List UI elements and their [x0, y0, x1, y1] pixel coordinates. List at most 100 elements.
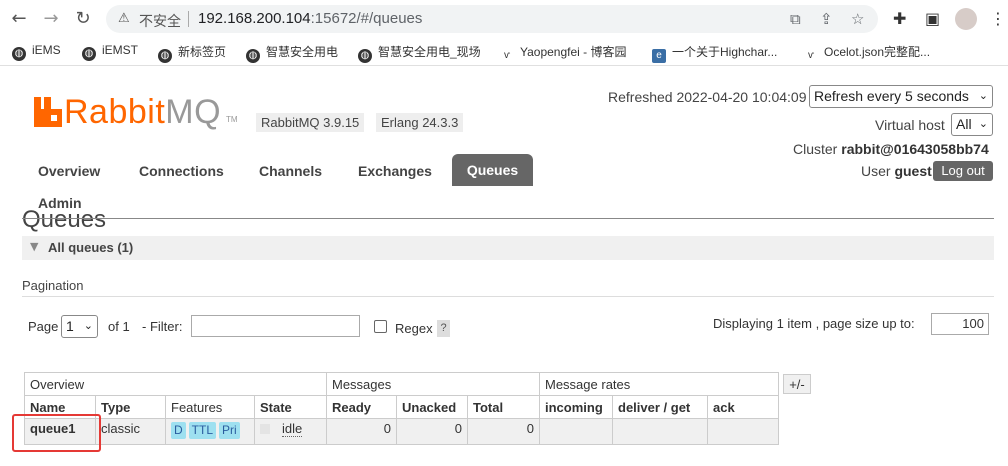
tab-exchanges[interactable]: Exchanges [358, 163, 432, 179]
cluster-name: rabbit@01643058bb74 [841, 141, 989, 157]
chevron-down-icon: ⌄ [83, 319, 93, 332]
share-icon[interactable]: ⇪ [820, 10, 833, 28]
bookmark-item[interactable]: ◍ iEMS [12, 43, 61, 61]
page-label: Page [28, 319, 59, 334]
vhost-value: All [956, 116, 972, 132]
queue-state-text: idle [282, 421, 303, 437]
translate-icon[interactable]: ⧉ [790, 10, 801, 28]
vhost-select[interactable]: All ⌄ [951, 113, 993, 136]
blog-icon: ⱱ [504, 50, 510, 61]
globe-icon: ◍ [158, 49, 172, 63]
tab-connections[interactable]: Connections [139, 163, 224, 179]
bookmark-item[interactable]: e 一个关于Highchar... [652, 43, 777, 63]
bookmark-label: 一个关于Highchar... [672, 45, 778, 59]
page-select-value: 1 [66, 318, 74, 334]
forward-icon[interactable]: → [40, 8, 62, 30]
address-bar[interactable]: ⚠ 不安全 192.168.200.104:15672/#/queues ⧉ ⇪… [106, 5, 878, 33]
side-panel-icon[interactable]: ▣ [925, 9, 940, 28]
all-queues-section-toggle[interactable]: ▼ All queues (1) [22, 236, 994, 260]
bookmark-label: 新标签页 [178, 45, 227, 59]
col-unacked[interactable]: Unacked [396, 395, 468, 419]
erlang-version-badge: Erlang 24.3.3 [376, 113, 464, 132]
bookmark-label: Yaopengfei - 博客园 [520, 45, 627, 59]
col-ack[interactable]: ack [707, 395, 779, 419]
bookmark-item[interactable]: ⱱ Ocelot.json完整配... [804, 43, 930, 63]
col-ready[interactable]: Ready [326, 395, 397, 419]
table-row[interactable]: queue1 classic D TTL Pri idle 0 0 0 [24, 418, 779, 445]
displaying-text: Displaying 1 item , page size up to: [713, 316, 915, 331]
globe-icon: ◍ [12, 47, 26, 61]
globe-icon: ◍ [358, 49, 372, 63]
user-label: User [861, 163, 891, 179]
feature-priority-badge: Pri [219, 422, 240, 439]
url-host: 192.168.200.104 [198, 10, 311, 27]
collapse-triangle-icon: ▼ [30, 240, 39, 253]
bookmark-item[interactable]: ◍ iEMST [82, 43, 138, 61]
tab-overview[interactable]: Overview [38, 163, 100, 179]
page-count: of 1 [108, 319, 130, 334]
queue-ready: 0 [326, 418, 397, 445]
col-features: Features [165, 395, 255, 419]
bookmark-item[interactable]: ◍ 新标签页 [158, 43, 226, 63]
pagination-heading: Pagination [22, 278, 84, 293]
col-state[interactable]: State [254, 395, 327, 419]
rabbit-logo-icon [34, 97, 62, 127]
user-name: guest [894, 163, 932, 179]
logo-mq-text: MQ [165, 93, 222, 131]
group-overview: Overview [24, 372, 327, 396]
cluster-info: Cluster rabbit@01643058bb74 [793, 141, 989, 157]
queue-ack-rate [707, 418, 779, 445]
filter-input[interactable] [191, 315, 360, 337]
extensions-icon[interactable]: ✚ [893, 9, 906, 28]
bookmark-item[interactable]: ⱱ Yaopengfei - 博客园 [500, 43, 627, 63]
tab-channels[interactable]: Channels [259, 163, 322, 179]
refresh-interval-value: Refresh every 5 seconds [814, 88, 969, 104]
regex-checkbox[interactable] [374, 320, 387, 333]
pagination-divider [22, 296, 994, 297]
bookmark-label: iEMS [32, 43, 61, 57]
back-icon[interactable]: ← [8, 8, 30, 30]
regex-label: Regex [395, 321, 433, 336]
vhost-label: Virtual host [875, 117, 945, 133]
filter-label: - Filter: [142, 319, 183, 334]
regex-help-button[interactable]: ? [437, 320, 450, 337]
bookmark-label: Ocelot.json完整配... [824, 45, 931, 59]
page-title: Queues [22, 206, 107, 233]
queue-incoming-rate [539, 418, 613, 445]
blog-icon: ⱱ [808, 50, 814, 61]
menu-icon[interactable]: ⋮ [990, 9, 1006, 28]
url-text[interactable]: 192.168.200.104:15672/#/queues [198, 10, 422, 27]
browser-toolbar: ← → ↻ ⚠ 不安全 192.168.200.104:15672/#/queu… [0, 0, 1008, 38]
logo-text: RabbitMQ [64, 93, 221, 132]
page-select[interactable]: 1 ⌄ [61, 315, 98, 338]
columns-toggle-button[interactable]: +/- [783, 374, 811, 394]
header-divider [22, 218, 994, 219]
site-icon: e [652, 49, 666, 63]
url-path: :15672/#/queues [310, 10, 423, 27]
bookmark-star-icon[interactable]: ☆ [851, 10, 864, 28]
page-size-input[interactable]: 100 [931, 313, 989, 335]
feature-durable-badge: D [171, 422, 186, 439]
cluster-label: Cluster [793, 141, 838, 157]
bookmark-label: 智慧安全用电_现场 [378, 45, 481, 59]
bookmark-item[interactable]: ◍ 智慧安全用电 [246, 43, 338, 63]
profile-avatar[interactable] [955, 8, 977, 30]
logout-button[interactable]: Log out [933, 161, 993, 181]
tab-queues[interactable]: Queues [452, 154, 533, 186]
bookmark-label: 智慧安全用电 [266, 45, 339, 59]
chevron-down-icon: ⌄ [978, 117, 988, 130]
refresh-interval-select[interactable]: Refresh every 5 seconds ⌄ [809, 85, 993, 108]
col-total[interactable]: Total [467, 395, 540, 419]
highlight-annotation-box [12, 414, 101, 452]
state-indicator-icon [260, 424, 270, 434]
section-title: All queues (1) [48, 240, 134, 255]
col-type[interactable]: Type [95, 395, 166, 419]
group-messages: Messages [326, 372, 540, 396]
logo-trademark: TM [226, 115, 238, 124]
reload-icon[interactable]: ↻ [72, 8, 94, 30]
col-deliver-get[interactable]: deliver / get [612, 395, 708, 419]
group-message-rates: Message rates [539, 372, 779, 396]
queue-state: idle [254, 418, 327, 445]
col-incoming[interactable]: incoming [539, 395, 613, 419]
bookmark-item[interactable]: ◍ 智慧安全用电_现场 [358, 43, 481, 63]
